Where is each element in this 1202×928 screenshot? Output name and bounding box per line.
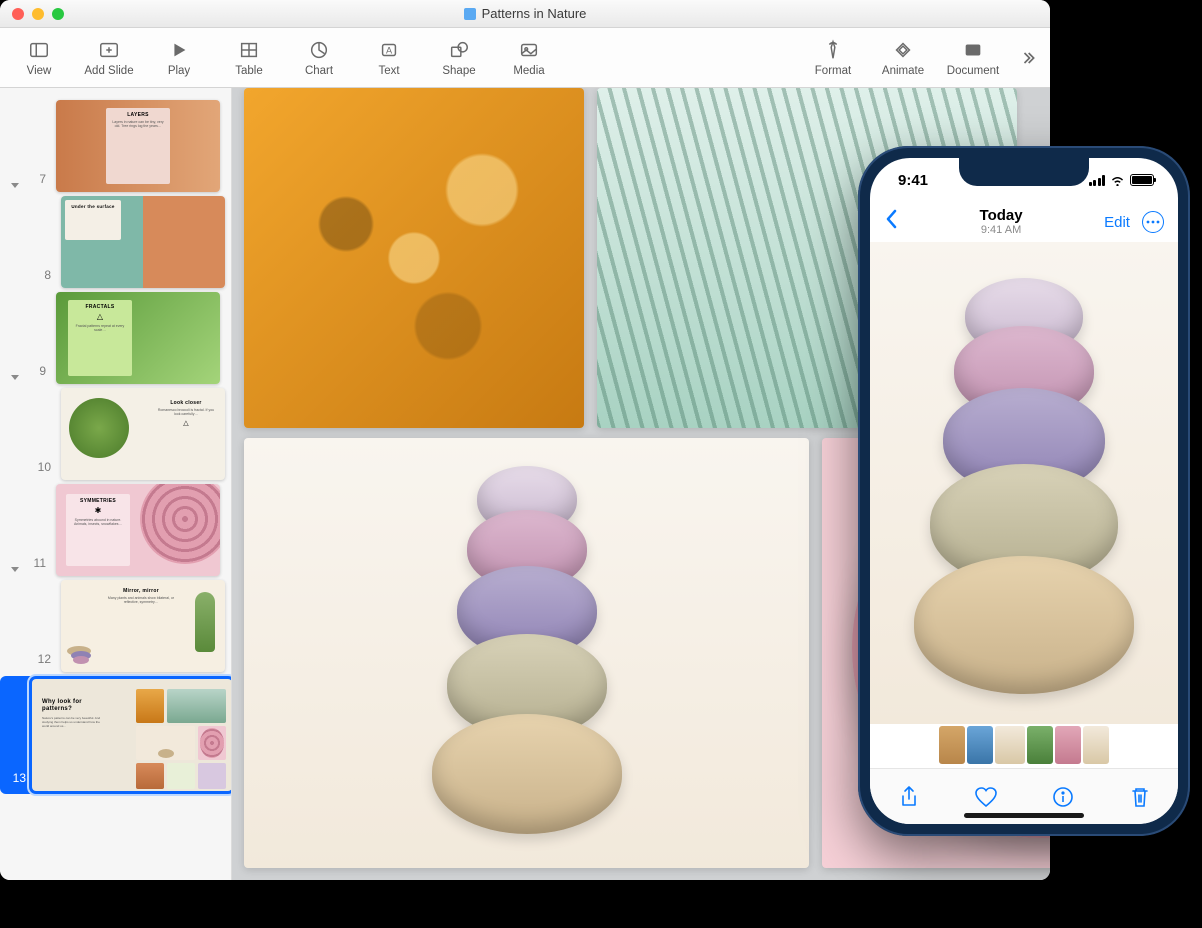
play-label: Play [168,65,190,77]
document-title-text: Patterns in Nature [482,6,587,21]
slide-number: 12 [33,652,51,666]
chart-button[interactable]: Chart [288,39,350,77]
window-minimize-button[interactable] [32,8,44,20]
edit-button[interactable]: Edit [1104,214,1130,231]
document-label: Document [947,65,999,77]
slide-thumbnail-10[interactable]: 10 Look closer Romanesco broccoli is fra… [0,388,225,480]
media-label: Media [513,65,544,77]
slide-thumbnail-13[interactable]: 13 Why look for patterns? Nature's patte… [0,676,225,794]
home-indicator[interactable] [964,813,1084,818]
play-button[interactable]: Play [148,39,210,77]
scrubber-thumb[interactable] [1055,726,1081,764]
window-zoom-button[interactable] [52,8,64,20]
slide-number: 7 [28,172,46,186]
iphone-screen: 9:41 Today 9:41 AM Edit [870,158,1178,824]
photos-nav-bar: Today 9:41 AM Edit [870,202,1178,242]
svg-text:A: A [386,45,393,55]
chart-label: Chart [305,65,333,77]
share-button[interactable] [897,785,921,809]
document-proxy-icon[interactable] [464,8,476,20]
iphone-notch [959,158,1089,186]
traffic-lights [12,8,64,20]
disclosure-triangle-icon[interactable] [8,370,22,384]
table-button[interactable]: Table [218,39,280,77]
shape-label: Shape [442,65,475,77]
iphone-device: 9:41 Today 9:41 AM Edit [858,146,1190,836]
back-button[interactable] [884,208,898,236]
text-label: Text [378,65,399,77]
slide-thumbnail-9[interactable]: 9 FRACTALS △ Fractal patterns repeat at … [0,292,225,384]
thumb-title: Under the surface [69,204,117,209]
scrubber-thumb[interactable] [967,726,993,764]
photo-title-main: Today [980,207,1023,224]
canvas-image-sea-urchins[interactable] [244,438,809,868]
slide-number: 11 [28,556,46,570]
animate-label: Animate [882,65,924,77]
document-button[interactable]: Document [942,39,1004,77]
text-button[interactable]: A Text [358,39,420,77]
wifi-icon [1110,175,1125,186]
cellular-signal-icon [1089,175,1106,186]
photo-title: Today 9:41 AM [980,207,1023,237]
photo-title-sub: 9:41 AM [980,224,1023,237]
status-time: 9:41 [898,172,928,189]
animate-button[interactable]: Animate [872,39,934,77]
add-slide-button[interactable]: Add Slide [78,39,140,77]
scrubber-thumb[interactable] [1083,726,1109,764]
info-button[interactable] [1051,785,1075,809]
media-button[interactable]: Media [498,39,560,77]
photo-viewer[interactable] [870,242,1178,724]
window-close-button[interactable] [12,8,24,20]
scrubber-thumb-selected[interactable] [995,726,1025,764]
disclosure-triangle-icon[interactable] [8,562,22,576]
format-button[interactable]: Format [802,39,864,77]
battery-icon [1130,174,1154,186]
scrubber-thumb[interactable] [939,726,965,764]
thumb-title: LAYERS [110,112,166,118]
toolbar-overflow-button[interactable] [1012,48,1042,68]
thumb-title: SYMMETRIES [70,498,126,504]
more-button[interactable] [1142,211,1164,233]
window-titlebar: Patterns in Nature [0,0,1050,28]
slide-thumbnail-8[interactable]: 8 Under the surface [0,196,225,288]
window-title: Patterns in Nature [0,6,1050,21]
favorite-button[interactable] [974,785,998,809]
toolbar: View Add Slide Play Table Chart A Text S… [0,28,1050,88]
slide-number: 13 [8,771,26,785]
format-label: Format [815,65,851,77]
thumb-title: Why look for patterns? [42,699,106,713]
slide-navigator[interactable]: 7 LAYERS Layers in nature can be tiny, v… [0,88,232,880]
shape-button[interactable]: Shape [428,39,490,77]
thumb-title: Look closer [155,400,217,406]
view-button[interactable]: View [8,39,70,77]
thumb-title: Mirror, mirror [105,588,177,594]
slide-thumbnail-7[interactable]: 7 LAYERS Layers in nature can be tiny, v… [0,100,225,192]
view-label: View [27,65,52,77]
table-label: Table [235,65,263,77]
slide-number: 10 [33,460,51,474]
photo-scrubber[interactable] [870,724,1178,766]
thumb-title: FRACTALS [72,304,128,310]
scrubber-thumb[interactable] [1027,726,1053,764]
disclosure-triangle-icon[interactable] [8,178,22,192]
canvas-image-honeycomb[interactable] [244,88,584,428]
add-slide-label: Add Slide [84,65,133,77]
slide-number: 8 [33,268,51,282]
slide-thumbnail-11[interactable]: 11 SYMMETRIES ✱ Symmetries abound in nat… [0,484,225,576]
slide-number: 9 [28,364,46,378]
trash-button[interactable] [1128,785,1152,809]
slide-thumbnail-12[interactable]: 12 Mirror, mirror Many plants and animal… [0,580,225,672]
